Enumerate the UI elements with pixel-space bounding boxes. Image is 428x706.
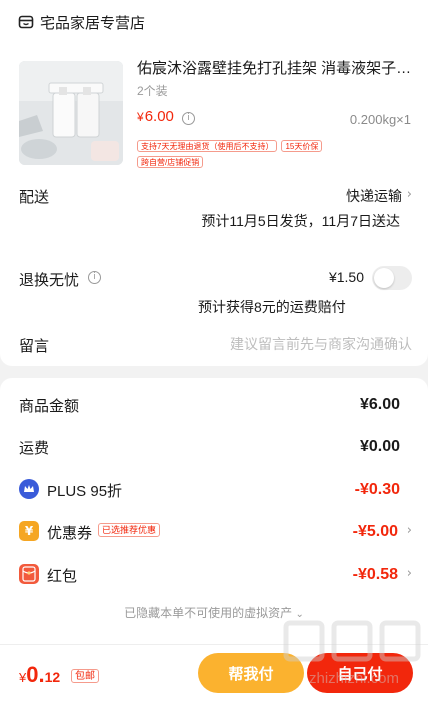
- freight-value: ¥0.00: [359, 438, 400, 455]
- free-shipping-badge: 包邮: [71, 669, 99, 683]
- shop-header[interactable]: 宅品家居专营店: [18, 11, 145, 33]
- return-insurance-note: 预计获得8元的运费赔付: [198, 299, 346, 315]
- chevron-right-icon[interactable]: ›: [407, 523, 412, 538]
- product-thumbnail[interactable]: [19, 61, 123, 165]
- tag-return-policy: 支持7天无理由退货（使用后不支持）: [137, 140, 278, 152]
- delivery-label: 配送: [19, 189, 50, 206]
- return-insurance-label: 退换无忧: [19, 272, 80, 289]
- delivery-method[interactable]: 快递运输: [346, 186, 402, 206]
- goods-amount-value: ¥6.00: [359, 396, 400, 413]
- info-icon[interactable]: i: [182, 112, 195, 125]
- chevron-right-icon[interactable]: ›: [407, 187, 412, 202]
- coupon-icon: ¥: [19, 521, 39, 541]
- toggle-knob: [374, 268, 394, 288]
- product-title[interactable]: 佑宸沐浴露壁挂免打孔挂架 消毒液架子 ...: [137, 57, 412, 78]
- total-symbol: ¥: [19, 670, 27, 685]
- service-tags: 支持7天无理由退货（使用后不支持） 15天价保: [137, 140, 323, 152]
- tag-promotion: 跨自营/店铺促销: [137, 156, 204, 168]
- freight-label: 运费: [19, 440, 50, 457]
- chevron-right-icon[interactable]: ›: [407, 566, 412, 581]
- store-icon: [18, 14, 34, 30]
- coupon-recommended-badge: 已选推荐优惠: [98, 523, 161, 537]
- product-spec: 2个装: [137, 84, 168, 98]
- bottom-pay-bar: ¥ 0. 12 包邮 帮我付 自己付: [0, 644, 428, 706]
- product-price: ¥ 6.00: [137, 108, 174, 125]
- info-icon[interactable]: i: [88, 271, 101, 284]
- return-insurance-toggle[interactable]: [372, 266, 412, 290]
- product-weight-quantity: 0.200kg×1: [349, 112, 411, 127]
- self-pay-button[interactable]: 自己付: [307, 653, 413, 693]
- plus-discount-value: -¥0.30: [354, 481, 400, 498]
- return-insurance-price: ¥1.50: [328, 269, 364, 285]
- price-symbol: ¥: [137, 110, 144, 124]
- shop-name: 宅品家居专营店: [40, 14, 146, 32]
- price-value: 6.00: [144, 108, 174, 125]
- goods-amount-label: 商品金额: [19, 398, 80, 415]
- hidden-assets-note: 已隐藏本单不可使用的虚拟资产: [124, 606, 293, 620]
- plus-crown-icon: [19, 479, 39, 499]
- chevron-down-icon: ⌄: [295, 609, 304, 620]
- delivery-estimate: 预计11月5日发货，11月7日送达: [201, 213, 400, 229]
- red-packet-label[interactable]: 红包: [47, 565, 77, 586]
- remark-input[interactable]: [140, 333, 412, 355]
- remark-label: 留言: [19, 338, 50, 355]
- hidden-assets-toggle[interactable]: 已隐藏本单不可使用的虚拟资产 ⌄: [0, 604, 428, 621]
- red-packet-value[interactable]: -¥0.58: [353, 566, 398, 584]
- red-packet-icon: [19, 564, 39, 584]
- promo-tags: 跨自营/店铺促销: [137, 156, 204, 168]
- plus-discount-label: PLUS 95折: [47, 483, 123, 500]
- total-price: ¥ 0. 12: [19, 662, 60, 688]
- friend-pay-button[interactable]: 帮我付: [198, 653, 304, 693]
- tag-price-protection: 15天价保: [281, 140, 323, 152]
- order-card: 宅品家居专营店 佑宸沐浴露壁挂免打孔挂架 消毒液架子 ... 2个装 ¥ 6.0…: [0, 0, 428, 366]
- total-integer: 0.: [26, 662, 45, 687]
- coupon-label[interactable]: 优惠券: [47, 522, 92, 543]
- coupon-value[interactable]: -¥5.00: [353, 523, 398, 541]
- total-decimal: 12: [44, 669, 61, 685]
